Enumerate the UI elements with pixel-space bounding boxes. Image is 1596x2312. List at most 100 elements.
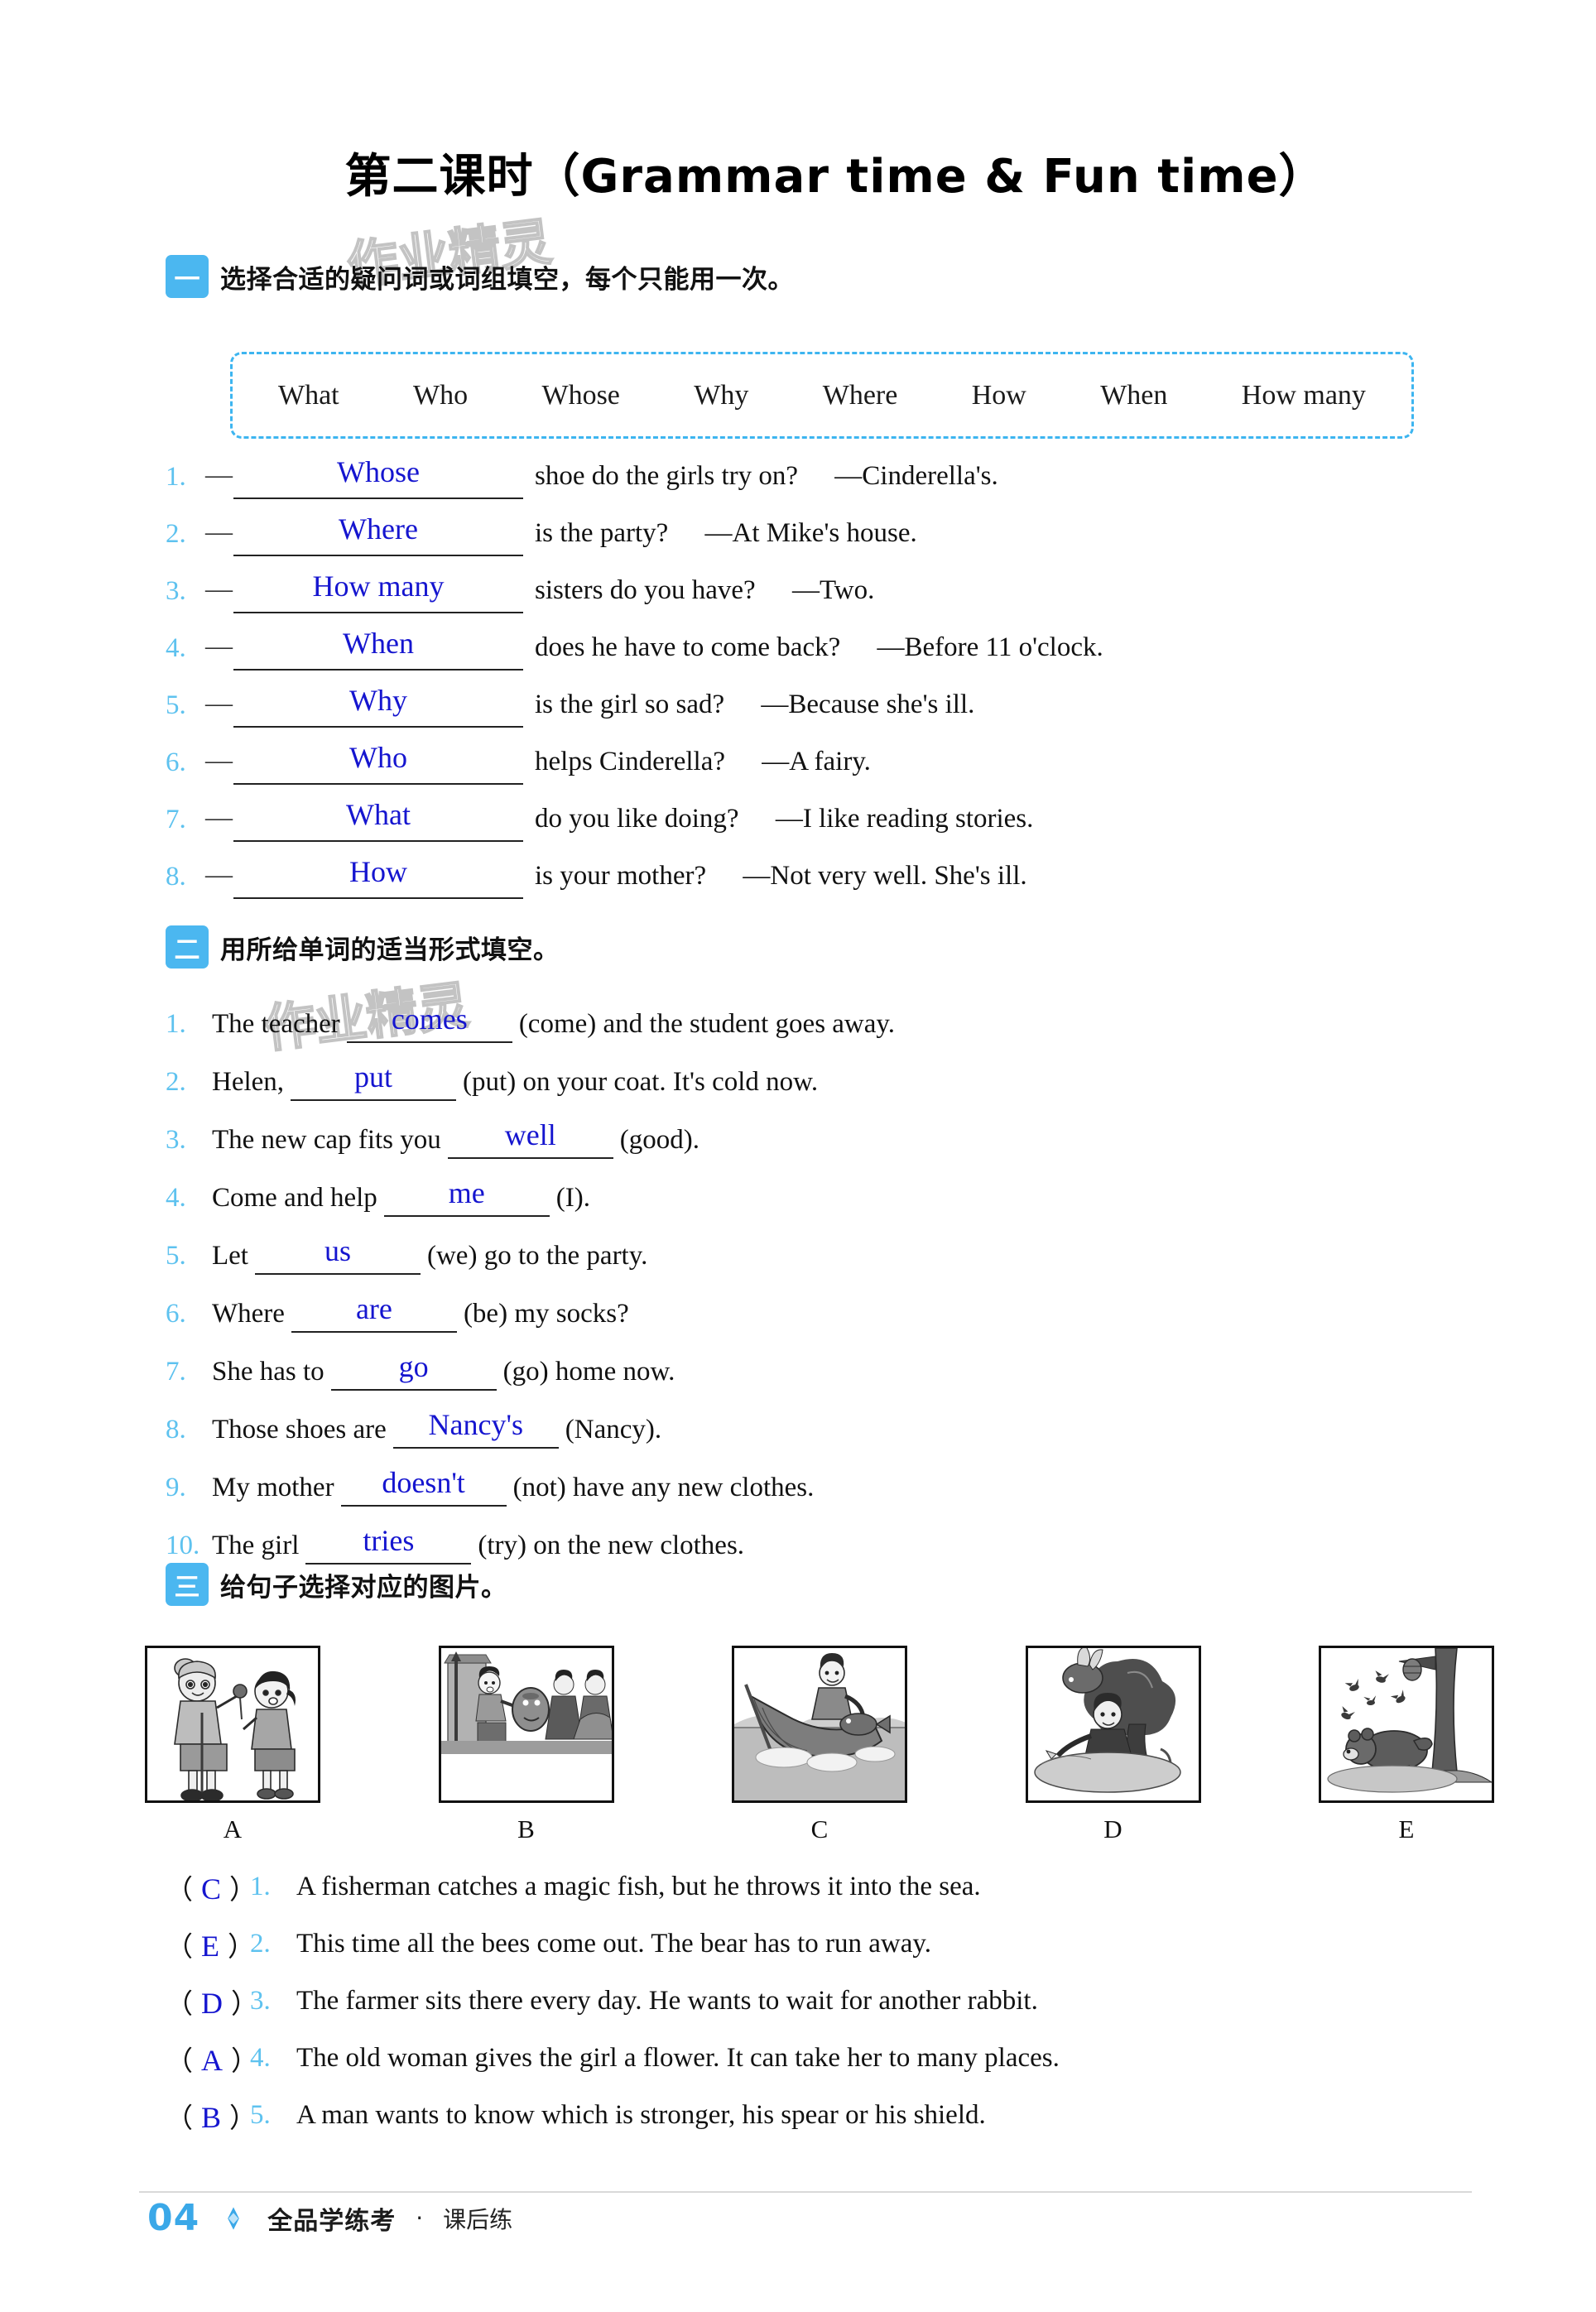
spear-and-shield-icon: [440, 1648, 612, 1756]
farmer-waiting-by-tree-icon: [1027, 1648, 1199, 1800]
question-row: 8. — How is your mother? —Not very well.…: [166, 851, 1490, 908]
sentence-suffix: (not) have any new clothes.: [512, 1473, 815, 1502]
picture-row: A B C D E: [145, 1646, 1494, 1844]
word-bank-item[interactable]: How many: [1242, 380, 1366, 411]
picture-frame[interactable]: [732, 1646, 907, 1803]
word-bank-item[interactable]: When: [1100, 380, 1167, 411]
sentence-suffix: (come) and the student goes away.: [518, 1009, 896, 1039]
handwritten-answer: go: [398, 1350, 429, 1383]
picture-frame[interactable]: [438, 1646, 614, 1803]
fill-row: 7. She has to go (go) home now.: [166, 1333, 1507, 1391]
answer-blank[interactable]: put: [291, 1056, 457, 1101]
diamond-logo-icon: [228, 2206, 240, 2230]
answer-bracket[interactable]: （A）: [166, 2039, 258, 2079]
answer-blank[interactable]: well: [447, 1114, 613, 1159]
handwritten-answer: E: [201, 1929, 219, 1963]
sentence-suffix: (I).: [555, 1183, 591, 1213]
question-number: 9.: [166, 1473, 186, 1502]
answer-blank[interactable]: How: [233, 851, 523, 899]
question-stem: is the party?: [535, 518, 669, 548]
fill-row: 3. The new cap fits you well (good).: [166, 1101, 1507, 1159]
question-number: 5.: [166, 690, 186, 720]
picture-cell-a: A: [145, 1646, 320, 1844]
answer-blank[interactable]: us: [254, 1230, 421, 1275]
picture-frame[interactable]: [1319, 1646, 1494, 1803]
answer-blank[interactable]: tries: [305, 1520, 472, 1565]
question-row: 6. — Who helps Cinderella? —A fairy.: [166, 737, 1490, 794]
answer-blank[interactable]: Why: [233, 680, 523, 728]
question-text: is your mother? —Not very well. She's il…: [523, 851, 1490, 892]
answer-blank[interactable]: Nancy's: [392, 1404, 559, 1449]
answer-blank[interactable]: What: [233, 794, 523, 842]
answer-bracket[interactable]: （C）: [166, 1867, 257, 1907]
question-stem: do you like doing?: [535, 804, 739, 834]
question-stem: sisters do you have?: [535, 575, 756, 605]
picture-cell-c: C: [732, 1646, 907, 1844]
question-number: 8.: [166, 862, 186, 892]
question-dash: —: [205, 460, 233, 490]
fill-row: 8. Those shoes are Nancy's (Nancy).: [166, 1391, 1507, 1449]
answer-bracket[interactable]: （B）: [166, 2096, 257, 2136]
sentence-prefix: Those shoes are: [212, 1415, 387, 1444]
picture-frame[interactable]: [145, 1646, 320, 1803]
answer-bracket[interactable]: （E）: [166, 1925, 255, 1964]
answer-blank[interactable]: How many: [233, 565, 523, 613]
question-number: 4.: [250, 2043, 271, 2073]
question-text: is the party? —At Mike's house.: [523, 508, 1490, 549]
brand-subtitle: 课后练: [443, 2205, 513, 2233]
question-stem: is the girl so sad?: [535, 690, 725, 719]
section-3-title: 给句子选择对应的图片。: [220, 1572, 507, 1603]
question-text: shoe do the girls try on? —Cinderella's.: [523, 451, 1490, 492]
picture-label: D: [1103, 1815, 1122, 1843]
answer-blank[interactable]: When: [233, 622, 523, 671]
section-2-heading: 二 用所给单词的适当形式填空。: [166, 925, 560, 969]
question-reply: —Because she's ill.: [761, 690, 975, 719]
word-bank-item[interactable]: What: [278, 380, 339, 411]
word-bank-item[interactable]: Where: [823, 380, 898, 411]
handwritten-answer: well: [504, 1118, 556, 1151]
question-stem: helps Cinderella?: [535, 747, 726, 776]
sentence-prefix: Where: [212, 1299, 285, 1329]
word-bank-item[interactable]: Whose: [541, 380, 619, 411]
section-3-items: （C） 1. A fisherman catches a magic fish,…: [166, 1858, 1507, 2144]
picture-frame[interactable]: [1025, 1646, 1201, 1803]
question-text: do you like doing? —I like reading stori…: [523, 794, 1490, 834]
question-number: 2.: [166, 519, 186, 549]
handwritten-answer: C: [201, 1872, 222, 1906]
question-stem: is your mother?: [535, 861, 707, 891]
question-row: 2. — Where is the party? —At Mike's hous…: [166, 508, 1490, 565]
sentence-prefix: Let: [212, 1241, 248, 1271]
question-dash: —: [205, 632, 233, 661]
fill-row: 1. The teacher comes (come) and the stud…: [166, 985, 1507, 1043]
word-bank-item[interactable]: How: [972, 380, 1026, 411]
question-stem: does he have to come back?: [535, 632, 841, 662]
answer-blank[interactable]: Who: [233, 737, 523, 785]
answer-blank[interactable]: Whose: [233, 451, 523, 499]
question-reply: —Before 11 o'clock.: [877, 632, 1103, 662]
question-number: 5.: [250, 2100, 271, 2130]
handwritten-answer: How: [349, 855, 407, 888]
question-number: 3.: [166, 576, 186, 606]
handwritten-answer: Nancy's: [428, 1408, 523, 1441]
answer-blank[interactable]: go: [330, 1346, 497, 1391]
question-reply: —Not very well. She's ill.: [743, 861, 1027, 891]
answer-blank[interactable]: are: [291, 1288, 457, 1333]
handwritten-answer: comes: [391, 1002, 468, 1036]
picture-cell-d: D: [1025, 1646, 1201, 1844]
question-reply: —Cinderella's.: [834, 461, 998, 491]
sentence-text: A fisherman catches a magic fish, but he…: [296, 1872, 981, 1901]
word-bank-item[interactable]: Who: [413, 380, 468, 411]
question-number: 2.: [166, 1067, 186, 1097]
answer-blank[interactable]: me: [383, 1172, 550, 1217]
fill-row: 5. Let us (we) go to the party.: [166, 1217, 1507, 1275]
answer-blank[interactable]: Where: [233, 508, 523, 556]
sentence-text: This time all the bees come out. The bea…: [296, 1929, 932, 1959]
word-bank-item[interactable]: Why: [694, 380, 748, 411]
answer-bracket[interactable]: （D）: [166, 1982, 258, 2021]
footer-divider: [139, 2191, 1472, 2193]
sentence-text: A man wants to know which is stronger, h…: [296, 2100, 986, 2130]
answer-blank[interactable]: comes: [346, 998, 512, 1043]
section-1-title: 选择合适的疑问词或词组填空，每个只能用一次。: [220, 264, 794, 295]
answer-blank[interactable]: doesn't: [340, 1462, 507, 1507]
question-text: is the girl so sad? —Because she's ill.: [523, 680, 1490, 720]
